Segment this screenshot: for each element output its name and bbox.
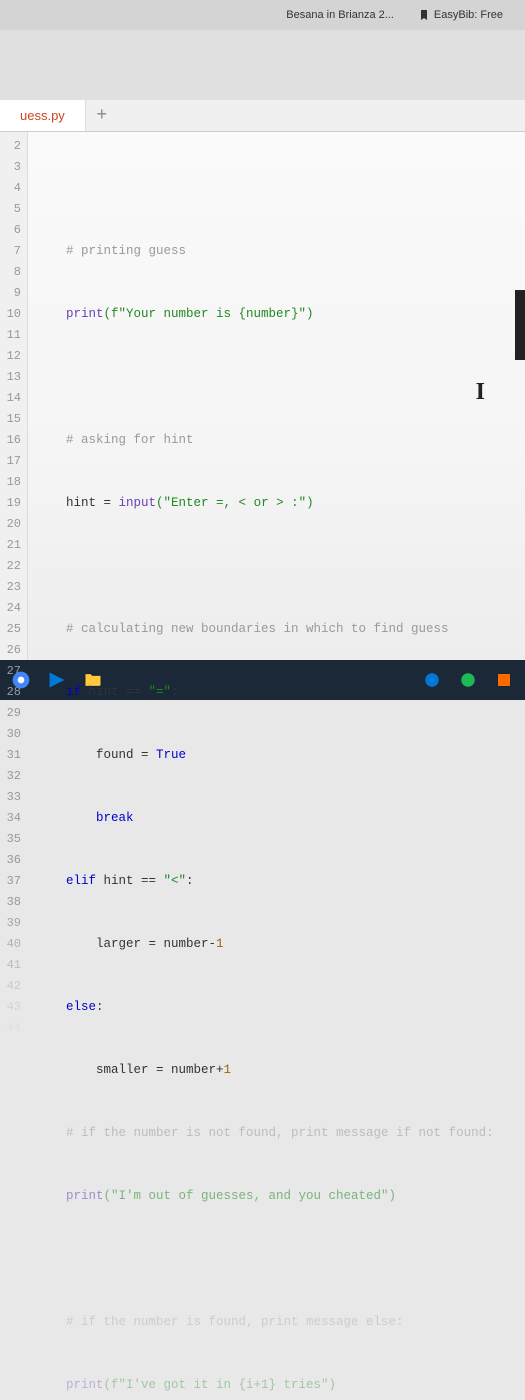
line-number: 12 — [0, 346, 21, 367]
var: larger — [96, 937, 141, 951]
line-number: 2 — [0, 136, 21, 157]
fn-call: print — [66, 1378, 104, 1392]
line-number: 37 — [0, 871, 21, 892]
browser-tab[interactable]: EasyBib: Free — [406, 9, 515, 21]
editor-filename: uess.py — [20, 108, 65, 123]
line-number: 15 — [0, 409, 21, 430]
line-number: 33 — [0, 787, 21, 808]
line-number: 14 — [0, 388, 21, 409]
line-number: 3 — [0, 157, 21, 178]
plus-icon: + — [96, 106, 107, 126]
line-number: 10 — [0, 304, 21, 325]
line-number: 6 — [0, 220, 21, 241]
line-number: 9 — [0, 283, 21, 304]
line-number: 29 — [0, 703, 21, 724]
line-number: 38 — [0, 892, 21, 913]
line-number: 41 — [0, 955, 21, 976]
comment: # if the number is not found, print mess… — [66, 1126, 494, 1140]
line-number: 23 — [0, 577, 21, 598]
line-number: 42 — [0, 976, 21, 997]
string: (f"Your number is {number}") — [104, 307, 314, 321]
chrome-icon[interactable] — [8, 667, 34, 693]
line-number: 17 — [0, 451, 21, 472]
line-number: 36 — [0, 850, 21, 871]
line-number: 34 — [0, 808, 21, 829]
right-edge — [515, 290, 525, 360]
bool: True — [156, 748, 186, 762]
line-number: 24 — [0, 598, 21, 619]
keyword: break — [96, 811, 134, 825]
window-spacer — [0, 30, 525, 100]
fn-call: print — [66, 307, 104, 321]
line-number: 16 — [0, 430, 21, 451]
add-tab-button[interactable]: + — [86, 100, 118, 131]
comment: # asking for hint — [66, 433, 194, 447]
keyword: if — [66, 685, 81, 699]
line-number: 19 — [0, 493, 21, 514]
line-number: 31 — [0, 745, 21, 766]
comment: # calculating new boundaries in which to… — [66, 622, 449, 636]
comment: # if the number is found, print message … — [66, 1315, 404, 1329]
line-number: 30 — [0, 724, 21, 745]
browser-tab-strip: Besana in Brianza 2... EasyBib: Free — [0, 0, 525, 30]
line-number: 7 — [0, 241, 21, 262]
var: found — [96, 748, 134, 762]
fn-call: input — [119, 496, 157, 510]
line-number: 40 — [0, 934, 21, 955]
tab-label: Besana in Brianza 2... — [286, 9, 394, 21]
line-number: 32 — [0, 766, 21, 787]
line-number: 21 — [0, 535, 21, 556]
editor-tab-strip: uess.py + — [0, 100, 525, 132]
line-number: 26 — [0, 640, 21, 661]
line-number: 20 — [0, 514, 21, 535]
line-number: 25 — [0, 619, 21, 640]
line-number: 5 — [0, 199, 21, 220]
bookmark-icon — [418, 9, 430, 21]
line-number: 35 — [0, 829, 21, 850]
browser-tab[interactable]: Besana in Brianza 2... — [274, 9, 406, 21]
keyword: else — [66, 1000, 96, 1014]
editor-area: 2345678910111213141516171819202122232425… — [0, 132, 525, 660]
tab-label: EasyBib: Free — [434, 9, 503, 21]
fn-call: print — [66, 1189, 104, 1203]
line-number: 13 — [0, 367, 21, 388]
keyword: elif — [66, 874, 96, 888]
line-number: 8 — [0, 262, 21, 283]
var: smaller — [96, 1063, 149, 1077]
var: hint — [66, 496, 96, 510]
line-number: 39 — [0, 913, 21, 934]
line-gutter: 2345678910111213141516171819202122232425… — [0, 132, 28, 660]
code-pane[interactable]: # printing guess print(f"Your number is … — [28, 132, 525, 660]
editor-tab-active[interactable]: uess.py — [0, 100, 86, 131]
line-number: 43 — [0, 997, 21, 1018]
comment: # printing guess — [66, 244, 186, 258]
line-number: 11 — [0, 325, 21, 346]
line-number: 4 — [0, 178, 21, 199]
string: ("Enter =, < or > :") — [156, 496, 314, 510]
text-cursor-icon: I — [476, 382, 485, 403]
line-number: 18 — [0, 472, 21, 493]
line-number: 44 — [0, 1018, 21, 1039]
line-number: 22 — [0, 556, 21, 577]
